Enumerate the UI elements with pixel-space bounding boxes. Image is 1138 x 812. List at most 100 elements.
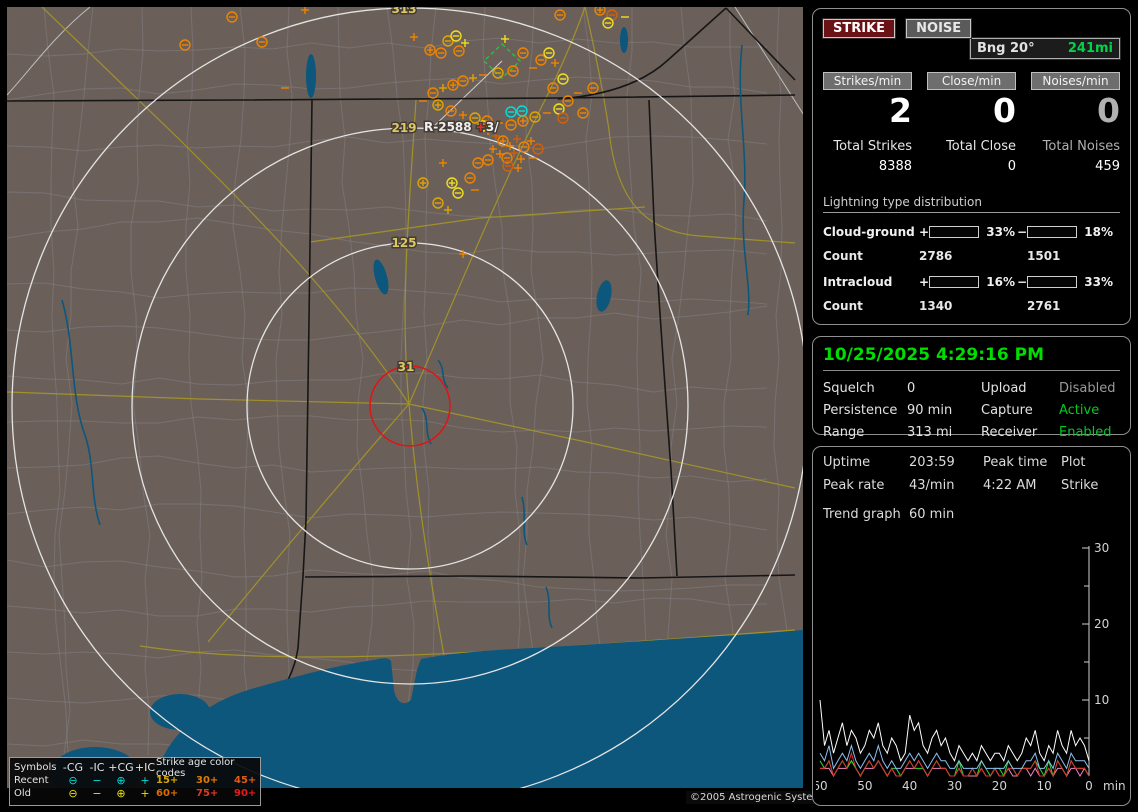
cloud-ground-row: Cloud-ground + 33% − 18%	[823, 225, 1120, 239]
x-tick-label: 60	[816, 779, 828, 793]
cg-neg-bar	[1027, 226, 1077, 238]
age-code-90: 90+	[234, 788, 257, 799]
noises-per-min-column: Noises/min 0 Total Noises 459	[1031, 72, 1120, 174]
plot-value: Strike	[1061, 478, 1099, 493]
legend-col-pos-ic: +IC	[134, 761, 156, 774]
age-code-75: 75+	[196, 788, 219, 799]
peak-time-label: Peak time	[983, 455, 1048, 470]
trend-series-total	[819, 699, 1090, 763]
ic-pos-bar	[929, 276, 979, 288]
squelch-label: Squelch	[823, 381, 875, 396]
total-close-value: 0	[1007, 159, 1016, 174]
capture-label: Capture	[981, 403, 1033, 418]
strike-legend: Symbols -CG -IC +CG +IC Strike age color…	[9, 757, 261, 806]
trend-series-cg-neg	[819, 743, 1090, 770]
total-noises-label: Total Noises	[1042, 139, 1120, 154]
peak-time-value: 4:22 AM	[983, 478, 1037, 493]
noise-button[interactable]: NOISE	[905, 18, 973, 39]
cg-neg-count: 1501	[1027, 249, 1061, 263]
minus-icon: −	[92, 787, 102, 800]
plus-sign: +	[919, 275, 930, 289]
intracloud-count-row: Count 1340 2761	[823, 299, 1120, 313]
ring-label-313: 313	[391, 7, 416, 16]
y-tick-label: 20	[1094, 617, 1109, 631]
count-label: Count	[823, 299, 863, 313]
upload-status: Disabled	[1059, 381, 1116, 396]
strike-button[interactable]: STRIKE	[821, 18, 897, 39]
storm-cell-label: R-2588 +3/	[424, 120, 499, 134]
trend-series-cg-pos	[820, 751, 1090, 778]
close-per-min-column: Close/min 0 Total Close 0	[927, 72, 1016, 174]
receiver-label: Receiver	[981, 425, 1038, 440]
cg-neg-pct: 18%	[1084, 225, 1113, 239]
trend-graph: 10 20 30 60 50 40 30 20 10 0 min	[816, 541, 1126, 793]
intracloud-row: Intracloud + 16% − 33%	[823, 275, 1120, 289]
trend-graph-label: Trend graph	[823, 507, 901, 522]
cg-pos-pct: 33%	[986, 225, 1015, 239]
total-strikes-value: 8388	[878, 159, 912, 174]
squelch-value: 0	[907, 381, 916, 396]
ic-neg-pct: 33%	[1084, 275, 1113, 289]
age-code-30: 30+	[196, 775, 219, 786]
cloud-ground-count-row: Count 2786 1501	[823, 249, 1120, 263]
x-tick-label: 20	[992, 779, 1007, 793]
age-code-15: 15+	[156, 775, 179, 786]
bearing-readout: Bng 20° 241mi	[969, 37, 1121, 60]
strikes-per-min-column: Strikes/min 2 Total Strikes 8388	[823, 72, 912, 174]
legend-symbols-title: Symbols	[14, 762, 57, 773]
y-tick-label: 30	[1094, 541, 1109, 555]
ring-label-125: 125	[391, 236, 416, 250]
count-label: Count	[823, 249, 863, 263]
legend-col-neg-cg: -CG	[62, 761, 84, 774]
bearing-distance: 241mi	[1067, 41, 1113, 56]
strike-map[interactable]: 313 219 125 31 R-2588 +3/	[6, 1, 809, 805]
total-strikes-label: Total Strikes	[833, 139, 912, 154]
x-tick-label: 50	[857, 779, 872, 793]
bearing-label: Bng 20°	[977, 41, 1035, 56]
legend-row-old-label: Old	[14, 788, 31, 799]
strikes-per-min-button[interactable]: Strikes/min	[823, 72, 912, 90]
minus-sign: −	[1017, 225, 1028, 239]
ic-neg-bar	[1027, 276, 1077, 288]
status-panel: 10/25/2025 4:29:16 PM Squelch 0 Upload D…	[812, 336, 1131, 440]
circle-plus-icon: ⊕	[116, 774, 126, 787]
close-per-min-button[interactable]: Close/min	[927, 72, 1016, 90]
circle-plus-icon: ⊕	[116, 787, 126, 800]
total-close-label: Total Close	[946, 139, 1016, 154]
circle-minus-icon: ⊖	[68, 787, 78, 800]
intracloud-label: Intracloud	[823, 275, 893, 289]
persistence-value: 90 min	[907, 403, 953, 418]
stats-panel: STRIKE NOISE Bng 20° 241mi Strikes/min 2…	[812, 8, 1131, 325]
minus-icon: −	[92, 774, 102, 787]
peak-rate-label: Peak rate	[823, 478, 885, 493]
circle-minus-icon: ⊖	[68, 774, 78, 787]
legend-row-recent-label: Recent	[14, 775, 49, 786]
close-per-min-value: 0	[993, 91, 1016, 130]
range-value: 313 mi	[907, 425, 953, 440]
legend-col-pos-cg: +CG	[108, 761, 134, 774]
capture-status: Active	[1059, 403, 1100, 418]
minus-sign: −	[1017, 275, 1028, 289]
plus-icon: +	[140, 774, 150, 787]
cg-pos-count: 2786	[919, 249, 953, 263]
datetime-display: 10/25/2025 4:29:16 PM	[823, 343, 1120, 371]
ic-pos-pct: 16%	[986, 275, 1015, 289]
x-tick-label: 0	[1085, 779, 1093, 793]
x-tick-label: 10	[1037, 779, 1052, 793]
trend-panel: Uptime 203:59 Peak time Plot Peak rate 4…	[812, 446, 1131, 806]
noises-per-min-button[interactable]: Noises/min	[1031, 72, 1120, 90]
ic-pos-count: 1340	[919, 299, 953, 313]
copyright-notice: ©2005 Astrogenic Systems	[686, 791, 832, 804]
x-tick-label: 40	[902, 779, 917, 793]
age-code-45: 45+	[234, 775, 257, 786]
persistence-label: Persistence	[823, 403, 898, 418]
range-label: Range	[823, 425, 865, 440]
uptime-label: Uptime	[823, 455, 871, 470]
map-canvas: 313 219 125 31 R-2588 +3/	[6, 1, 809, 805]
peak-rate-value: 43/min	[909, 478, 955, 493]
ic-neg-count: 2761	[1027, 299, 1061, 313]
noises-per-min-value: 0	[1097, 91, 1120, 130]
strikes-per-min-value: 2	[889, 91, 912, 130]
